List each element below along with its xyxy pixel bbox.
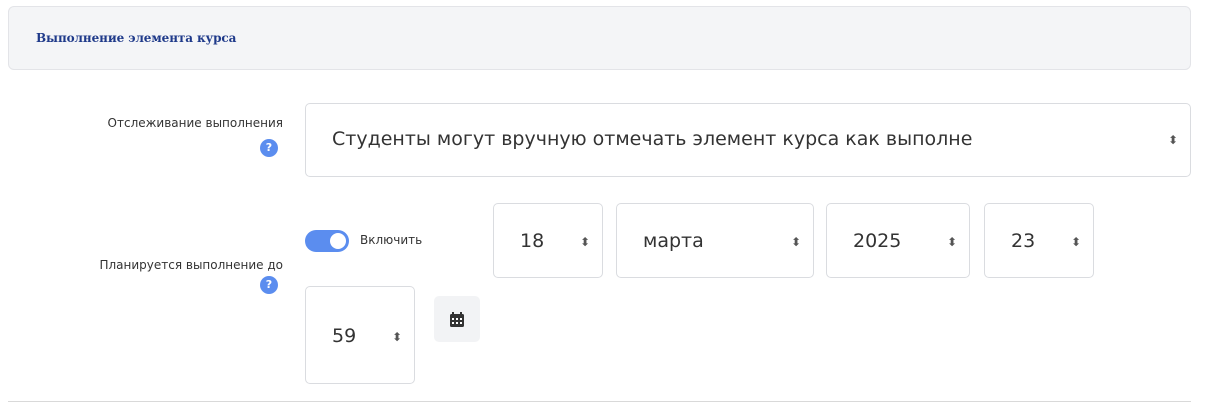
hour-value: 23 — [1011, 230, 1036, 252]
hour-select[interactable]: 23 ⬍ — [984, 203, 1094, 278]
month-value: марта — [643, 230, 704, 252]
completion-tracking-label: Отслеживание выполнения — [107, 116, 283, 130]
chevron-updown-icon: ⬍ — [790, 235, 801, 249]
expected-completion-label: Планируется выполнение до — [99, 258, 283, 272]
calendar-button[interactable] — [434, 296, 480, 342]
help-icon[interactable]: ? — [260, 139, 278, 157]
day-value: 18 — [520, 230, 545, 252]
month-select[interactable]: марта ⬍ — [616, 203, 814, 278]
chevron-updown-icon: ⬍ — [946, 235, 957, 249]
enable-toggle-label: Включить — [360, 233, 423, 247]
minute-select[interactable]: 59 ⬍ — [305, 286, 415, 384]
help-icon[interactable]: ? — [260, 276, 278, 294]
chevron-updown-icon: ⬍ — [1167, 133, 1178, 147]
enable-toggle[interactable] — [305, 230, 349, 252]
minute-value: 59 — [332, 325, 357, 347]
chevron-updown-icon: ⬍ — [579, 235, 590, 249]
section-title: Выполнение элемента курса — [36, 31, 237, 45]
completion-tracking-value: Студенты могут вручную отмечать элемент … — [332, 128, 973, 150]
calendar-icon — [450, 311, 464, 327]
section-header: Выполнение элемента курса — [8, 6, 1191, 70]
divider — [8, 401, 1191, 402]
chevron-updown-icon: ⬍ — [391, 330, 402, 344]
day-select[interactable]: 18 ⬍ — [493, 203, 603, 278]
year-value: 2025 — [853, 230, 902, 252]
year-select[interactable]: 2025 ⬍ — [826, 203, 970, 278]
chevron-updown-icon: ⬍ — [1070, 235, 1081, 249]
completion-tracking-select[interactable]: Студенты могут вручную отмечать элемент … — [305, 103, 1191, 177]
toggle-knob — [330, 233, 346, 249]
